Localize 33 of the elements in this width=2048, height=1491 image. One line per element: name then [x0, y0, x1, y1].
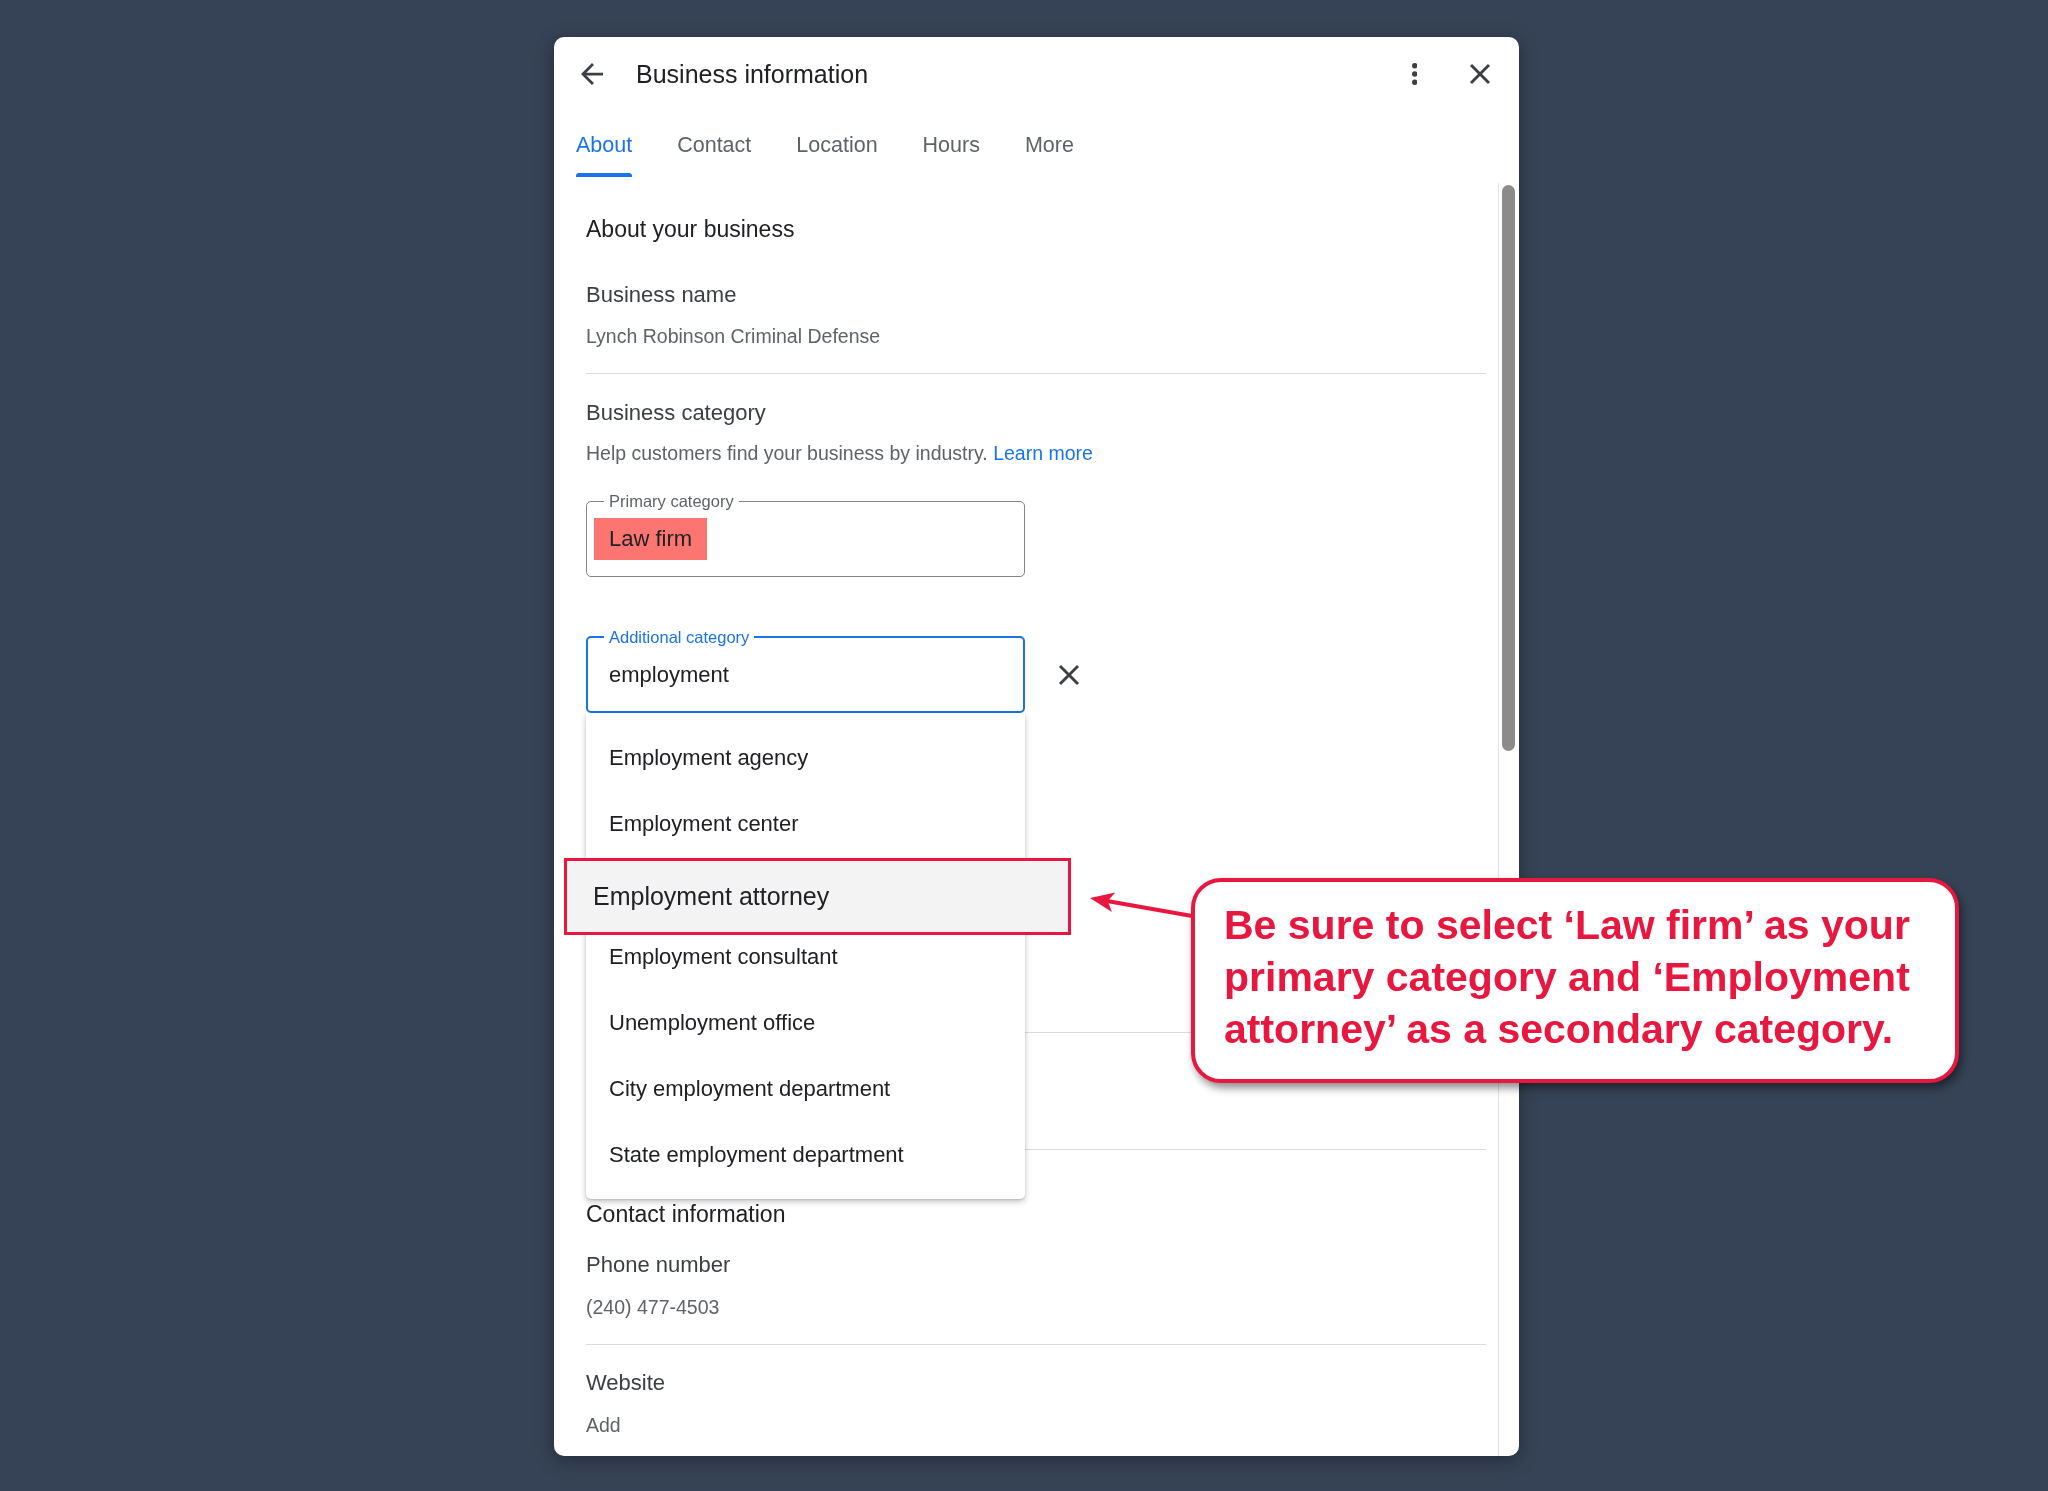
tab[interactable]: About [576, 111, 633, 183]
dropdown-option[interactable]: State employment department [586, 1122, 1025, 1188]
section-heading: About your business [586, 216, 796, 242]
scrollbar-thumb[interactable] [1502, 185, 1515, 751]
section-heading: Contact information [586, 1201, 787, 1227]
field-value: Add [586, 1413, 622, 1437]
dialog-title: Business information [636, 59, 869, 89]
dropdown-option[interactable]: Employment consultant [586, 935, 1025, 990]
dropdown-option[interactable]: Employment attorney [564, 858, 1071, 935]
text-highlight: Law firm [594, 518, 708, 560]
field-label: Business name [586, 282, 738, 308]
back-arrow-icon[interactable] [581, 63, 603, 85]
annotation-callout: Be sure to select ‘Law firm’ as your primary category and ‘Employment attorney’ as a secondary category. [1191, 878, 1959, 1083]
tab[interactable]: Hours [922, 111, 980, 183]
help-text: Help customers find your business by industry. Learn more [586, 441, 1094, 465]
field-label: Website [586, 1370, 667, 1396]
tab[interactable]: More [1024, 111, 1074, 183]
field-value: (240) 477-4503 [586, 1295, 721, 1319]
tab[interactable]: Location [796, 111, 878, 183]
dropdown-option[interactable]: Employment center [586, 791, 1025, 857]
close-icon[interactable] [1470, 64, 1490, 84]
dropdown-option[interactable]: Employment agency [586, 725, 1025, 791]
clear-icon[interactable] [1059, 665, 1079, 685]
learn-more-link[interactable]: Learn more [993, 442, 1093, 464]
field-label: Business category [586, 400, 767, 426]
primary-category-field[interactable]: Primary category Law firm [586, 492, 1025, 577]
additional-category-field[interactable]: Additional category employment [586, 628, 1025, 713]
tab[interactable]: Contact [677, 111, 752, 183]
field-label: Phone number [586, 1252, 732, 1278]
field-value: Lynch Robinson Criminal Defense [586, 324, 882, 348]
dropdown-option[interactable]: Unemployment office [586, 990, 1025, 1056]
more-options-icon[interactable] [1411, 63, 1417, 85]
dropdown-option[interactable]: City employment department [586, 1056, 1025, 1122]
